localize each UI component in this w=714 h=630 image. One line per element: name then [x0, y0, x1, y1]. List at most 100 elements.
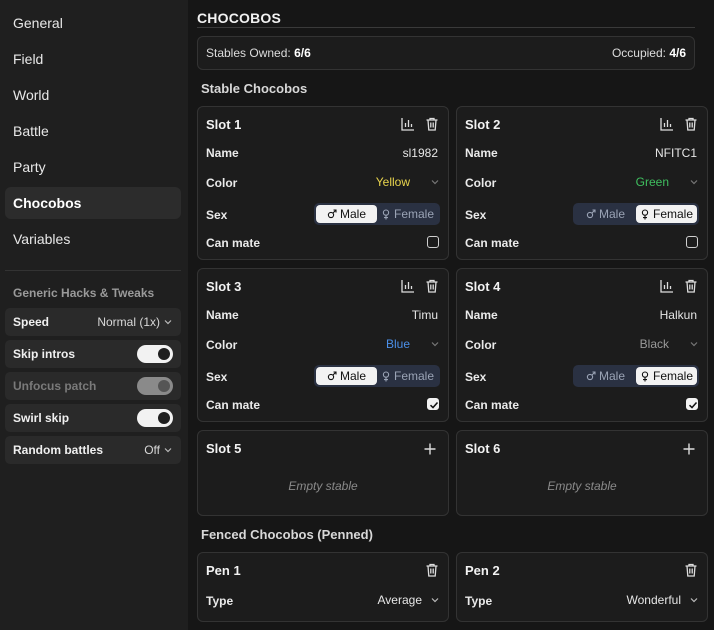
- sex-female-option[interactable]: Female: [377, 367, 438, 385]
- can-mate-label: Can mate: [206, 398, 261, 412]
- speed-value-text: Normal (1x): [97, 315, 160, 329]
- sex-female-option[interactable]: Female: [636, 205, 697, 223]
- can-mate-checkbox[interactable]: [686, 236, 698, 248]
- pen-type-select[interactable]: Average: [378, 593, 440, 607]
- trash-icon[interactable]: [683, 116, 699, 132]
- nav-general[interactable]: General: [5, 7, 181, 39]
- slot-title: Slot 3: [206, 279, 242, 294]
- title-divider: [197, 27, 695, 28]
- name-label: Name: [465, 146, 498, 160]
- color-select[interactable]: Blue: [386, 337, 440, 351]
- bar-chart-icon[interactable]: [659, 278, 675, 294]
- pen-title: Pen 2: [465, 563, 500, 578]
- bar-chart-icon[interactable]: [400, 278, 416, 294]
- sex-male-option[interactable]: Male: [316, 367, 377, 385]
- sex-female-option[interactable]: Female: [636, 367, 697, 385]
- add-chocobo-button[interactable]: [681, 441, 697, 460]
- sex-toggle: Male Female: [573, 203, 699, 225]
- sex-female-option[interactable]: Female: [377, 205, 438, 223]
- pen-title: Pen 1: [206, 563, 241, 578]
- nav-field[interactable]: Field: [5, 43, 181, 75]
- pen-type-value: Average: [377, 593, 422, 607]
- speed-value: Normal (1x): [97, 315, 173, 329]
- random-battles-value: Off: [144, 443, 173, 457]
- sex-male-option[interactable]: Male: [575, 205, 636, 223]
- plus-icon[interactable]: [681, 441, 697, 457]
- plus-icon[interactable]: [422, 441, 438, 457]
- empty-stable-text: Empty stable: [547, 479, 617, 493]
- nav-chocobos[interactable]: Chocobos: [5, 187, 181, 219]
- unfocus-patch-toggle[interactable]: [137, 377, 173, 395]
- trash-icon[interactable]: [683, 278, 699, 294]
- unfocus-patch-label: Unfocus patch: [13, 379, 97, 393]
- empty-stable-text: Empty stable: [288, 479, 358, 493]
- trash-icon[interactable]: [424, 278, 440, 294]
- chocobo-name-field[interactable]: Halkun: [660, 308, 697, 322]
- swirl-skip-toggle[interactable]: [137, 409, 173, 427]
- chocobo-name-field[interactable]: NFITC1: [655, 146, 697, 160]
- chocobo-name-field[interactable]: sl1982: [403, 146, 438, 160]
- nav-world[interactable]: World: [5, 79, 181, 111]
- can-mate-checkbox[interactable]: [427, 398, 439, 410]
- nav-battle[interactable]: Battle: [5, 115, 181, 147]
- speed-select[interactable]: Speed Normal (1x): [5, 308, 181, 336]
- color-label: Color: [465, 176, 497, 190]
- add-chocobo-button[interactable]: [422, 441, 438, 460]
- sidebar-divider: [5, 270, 181, 271]
- trash-icon[interactable]: [683, 562, 699, 578]
- bar-chart-icon[interactable]: [400, 116, 416, 132]
- name-label: Name: [465, 308, 498, 322]
- color-select[interactable]: Yellow: [376, 175, 440, 189]
- trash-icon[interactable]: [424, 116, 440, 132]
- stable-slot-card: Slot 4 Name Halkun Color Black Sex Male …: [456, 268, 708, 422]
- sex-male-option[interactable]: Male: [316, 205, 377, 223]
- random-battles-select[interactable]: Random battles Off: [5, 436, 181, 464]
- name-label: Name: [206, 308, 239, 322]
- stables-occupied: Occupied: 4/6: [611, 46, 686, 60]
- main-panel: CHOCOBOS Stables Owned: 6/6 Occupied: 4/…: [188, 0, 714, 630]
- pen-type-value: Wonderful: [626, 593, 681, 607]
- stables-summary: Stables Owned: 6/6 Occupied: 4/6: [197, 36, 695, 70]
- trash-icon[interactable]: [424, 562, 440, 578]
- sex-label: Sex: [206, 370, 228, 384]
- can-mate-checkbox[interactable]: [427, 236, 439, 248]
- chevron-down-icon: [431, 342, 439, 347]
- chevron-down-icon: [164, 448, 172, 453]
- sex-label: Sex: [206, 208, 228, 222]
- page-title: CHOCOBOS: [197, 10, 282, 26]
- chocobo-name-field[interactable]: Timu: [412, 308, 438, 322]
- slot-title: Slot 1: [206, 117, 242, 132]
- slot-actions: [400, 278, 440, 294]
- hacks-heading: Generic Hacks & Tweaks: [13, 286, 155, 300]
- sex-label: Sex: [465, 370, 487, 384]
- color-select[interactable]: Green: [636, 175, 699, 189]
- can-mate-label: Can mate: [206, 236, 261, 250]
- nav-party[interactable]: Party: [5, 151, 181, 183]
- name-label: Name: [206, 146, 239, 160]
- stable-slot-card: Slot 2 Name NFITC1 Color Green Sex Male …: [456, 106, 708, 260]
- color-value: Green: [635, 175, 669, 189]
- pen-type-select[interactable]: Wonderful: [627, 593, 699, 607]
- stable-slot-card: Slot 1 Name sl1982 Color Yellow Sex Male…: [197, 106, 449, 260]
- can-mate-checkbox[interactable]: [686, 398, 698, 410]
- nav-variables[interactable]: Variables: [5, 223, 181, 255]
- color-select[interactable]: Black: [640, 337, 699, 351]
- slot-title: Slot 6: [465, 441, 501, 456]
- male-icon: [586, 371, 596, 381]
- chevron-down-icon: [431, 598, 439, 603]
- bar-chart-icon[interactable]: [659, 116, 675, 132]
- stable-section-title: Stable Chocobos: [201, 81, 308, 96]
- female-icon: [641, 208, 649, 219]
- male-icon: [327, 209, 337, 219]
- slot-title: Slot 4: [465, 279, 501, 294]
- sex-label: Sex: [465, 208, 487, 222]
- pen-actions: [683, 562, 699, 578]
- sex-male-option[interactable]: Male: [575, 367, 636, 385]
- chevron-down-icon: [690, 342, 698, 347]
- pen-card: Pen 2 Type Wonderful: [456, 552, 708, 622]
- color-label: Color: [206, 176, 238, 190]
- chevron-down-icon: [690, 180, 698, 185]
- skip-intros-toggle[interactable]: [137, 345, 173, 363]
- chevron-down-icon: [431, 180, 439, 185]
- chevron-down-icon: [164, 320, 172, 325]
